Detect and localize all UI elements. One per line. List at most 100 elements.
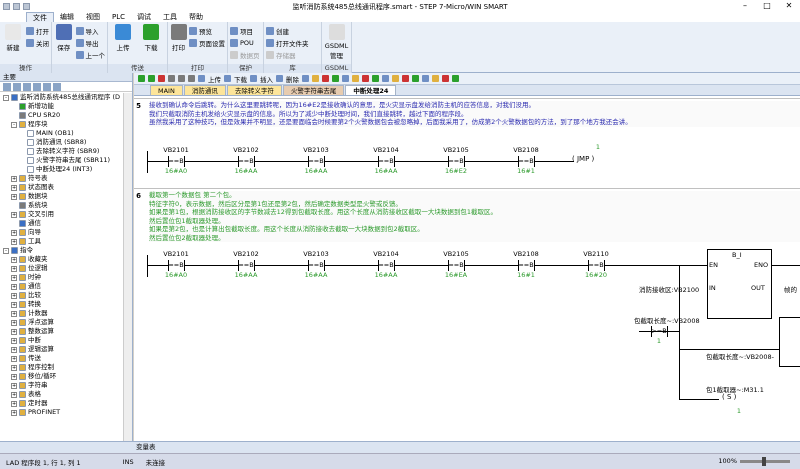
toolbar-button[interactable]: 插入 bbox=[260, 74, 273, 84]
close-button[interactable]: ✕ bbox=[778, 0, 800, 12]
toolbar-button[interactable]: 下载 bbox=[234, 74, 247, 84]
toolbar-icon[interactable] bbox=[312, 75, 319, 82]
tree-item[interactable]: + 浮点运算 bbox=[0, 318, 122, 327]
jmp-coil[interactable]: ( JMP ) bbox=[572, 155, 594, 163]
toolbar-icon[interactable] bbox=[422, 75, 429, 82]
expand-toggle-icon[interactable]: + bbox=[11, 346, 17, 353]
ribbon-small-button[interactable]: 关闭 bbox=[26, 37, 49, 48]
expand-toggle-icon[interactable]: + bbox=[11, 193, 17, 200]
tree-tool-icon[interactable] bbox=[53, 83, 61, 91]
tab-4[interactable]: 中断处理24 bbox=[345, 85, 397, 95]
tree-item[interactable]: + 传送 bbox=[0, 354, 122, 363]
expand-toggle-icon[interactable]: + bbox=[11, 274, 17, 281]
expand-toggle-icon[interactable]: - bbox=[11, 121, 17, 128]
expand-toggle-icon[interactable]: + bbox=[11, 400, 17, 407]
toolbar-icon[interactable] bbox=[332, 75, 339, 82]
set-coil[interactable]: ( S ) bbox=[722, 393, 736, 401]
ribbon-button[interactable]: 打印 bbox=[170, 24, 187, 62]
expand-toggle-icon[interactable]: + bbox=[11, 265, 17, 272]
menu-item[interactable]: 帮助 bbox=[183, 12, 209, 22]
toolbar-icon[interactable] bbox=[402, 75, 409, 82]
expand-toggle-icon[interactable]: + bbox=[11, 292, 17, 299]
expand-toggle-icon[interactable]: + bbox=[11, 328, 17, 335]
network-5[interactable]: 5 接收到确认命令后跳转。为什么这里要跳转呢，因为16#E2是接收确认的意思，是… bbox=[134, 98, 800, 186]
tree-tool-icon[interactable] bbox=[23, 83, 31, 91]
tree-item[interactable]: + 数据块 bbox=[0, 192, 122, 201]
tree-item[interactable]: 火警字符串去尾 (SBR11) bbox=[0, 156, 122, 165]
expand-toggle-icon[interactable]: + bbox=[11, 355, 17, 362]
ribbon-small-button[interactable]: 存储器 bbox=[266, 49, 309, 60]
tree-item[interactable]: + 位逻辑 bbox=[0, 264, 122, 273]
tree-item[interactable]: - 指令 bbox=[0, 246, 122, 255]
tab-0[interactable]: MAIN bbox=[150, 85, 183, 95]
toolbar-icon[interactable] bbox=[178, 75, 185, 82]
tree-item[interactable]: + 计数器 bbox=[0, 309, 122, 318]
tree-item[interactable]: 中断处理24 (INT3) bbox=[0, 165, 122, 174]
expand-toggle-icon[interactable]: - bbox=[3, 247, 9, 254]
ribbon-small-button[interactable]: POU bbox=[230, 37, 260, 48]
expand-toggle-icon[interactable]: + bbox=[11, 211, 17, 218]
expand-toggle-icon[interactable]: + bbox=[11, 364, 17, 371]
expand-toggle-icon[interactable]: + bbox=[11, 319, 17, 326]
tree-item[interactable]: + 符号表 bbox=[0, 174, 122, 183]
ribbon-small-button[interactable]: 项目 bbox=[230, 25, 260, 36]
tree-item[interactable]: 通信 bbox=[0, 219, 122, 228]
menu-item[interactable]: PLC bbox=[106, 12, 131, 22]
tree-item[interactable]: 新增功能 bbox=[0, 102, 122, 111]
menu-item[interactable]: 视图 bbox=[80, 12, 106, 22]
toolbar-icon[interactable] bbox=[412, 75, 419, 82]
tree-item[interactable]: + 中断 bbox=[0, 336, 122, 345]
tree-item[interactable]: + 移位/循环 bbox=[0, 372, 122, 381]
tree-tool-icon[interactable] bbox=[43, 83, 51, 91]
tree-scrollbar[interactable] bbox=[123, 93, 132, 453]
tree-item[interactable]: + 转换 bbox=[0, 300, 122, 309]
tree-item[interactable]: + PROFINET bbox=[0, 408, 122, 417]
ribbon-small-button[interactable]: 打开文件夹 bbox=[266, 37, 309, 48]
expand-toggle-icon[interactable]: + bbox=[11, 256, 17, 263]
tree-item[interactable]: MAIN (OB1) bbox=[0, 129, 122, 138]
network-comment[interactable]: 接收到确认命令后跳转。为什么这里要跳转呢，因为16#E2是接收确认的意思，是火灾… bbox=[149, 101, 800, 127]
toolbar-icon[interactable] bbox=[392, 75, 399, 82]
zoom-slider[interactable] bbox=[740, 456, 790, 466]
ribbon-button[interactable]: 新建 bbox=[2, 24, 24, 62]
toolbar-icon[interactable] bbox=[322, 75, 329, 82]
toolbar-icon[interactable] bbox=[188, 75, 195, 82]
maximize-button[interactable]: □ bbox=[756, 0, 778, 12]
zoom-control[interactable]: 100% bbox=[718, 456, 790, 466]
toolbar-icon[interactable] bbox=[352, 75, 359, 82]
quick-undo-icon[interactable] bbox=[13, 2, 20, 10]
expand-toggle-icon[interactable]: + bbox=[11, 337, 17, 344]
minimize-button[interactable]: – bbox=[734, 0, 756, 12]
ribbon-button[interactable]: GSDML 管理 bbox=[324, 24, 349, 62]
expand-toggle-icon[interactable]: + bbox=[11, 175, 17, 182]
expand-toggle-icon[interactable]: + bbox=[11, 310, 17, 317]
ribbon-small-button[interactable]: 页面设置 bbox=[189, 37, 225, 48]
expand-toggle-icon[interactable]: - bbox=[3, 94, 9, 101]
menu-item[interactable]: 调试 bbox=[131, 12, 157, 22]
ribbon-small-button[interactable]: 上一个 bbox=[75, 49, 105, 60]
tree-item[interactable]: + 工具 bbox=[0, 237, 122, 246]
expand-toggle-icon[interactable]: + bbox=[11, 184, 17, 191]
ribbon-small-button[interactable]: 数据页 bbox=[230, 49, 260, 60]
tree-item[interactable]: + 收藏夹 bbox=[0, 255, 122, 264]
expand-toggle-icon[interactable]: + bbox=[11, 373, 17, 380]
network-6[interactable]: 6 截取第一个数据包 第二个包。 特征字符0，表示数据，然后区分是第1包还是第2包… bbox=[134, 188, 800, 441]
network-comment[interactable]: 截取第一个数据包 第二个包。 特征字符0，表示数据，然后区分是第1包还是第2包，然… bbox=[149, 191, 800, 242]
ribbon-button[interactable]: 上传 bbox=[110, 24, 136, 62]
sub-box[interactable] bbox=[779, 317, 800, 367]
tree-item[interactable]: + 时钟 bbox=[0, 273, 122, 282]
expand-toggle-icon[interactable]: + bbox=[11, 238, 17, 245]
expand-toggle-icon[interactable]: + bbox=[11, 229, 17, 236]
toolbar-icon[interactable] bbox=[342, 75, 349, 82]
tab-2[interactable]: 去除转义字符 bbox=[226, 85, 282, 95]
toolbar-icon[interactable] bbox=[432, 75, 439, 82]
toolbar-icon[interactable] bbox=[158, 75, 165, 82]
tree-item[interactable]: + 逻辑运算 bbox=[0, 345, 122, 354]
tree-item[interactable]: - 监听消防系统485总线通讯程序 (D bbox=[0, 93, 122, 102]
tree-item[interactable]: + 定时器 bbox=[0, 399, 122, 408]
ribbon-small-button[interactable]: 预览 bbox=[189, 25, 225, 36]
menu-item[interactable]: 编辑 bbox=[54, 12, 80, 22]
toolbar-button[interactable]: 删除 bbox=[286, 74, 299, 84]
tree-tool-icon[interactable] bbox=[13, 83, 21, 91]
toolbar-icon[interactable] bbox=[168, 75, 175, 82]
